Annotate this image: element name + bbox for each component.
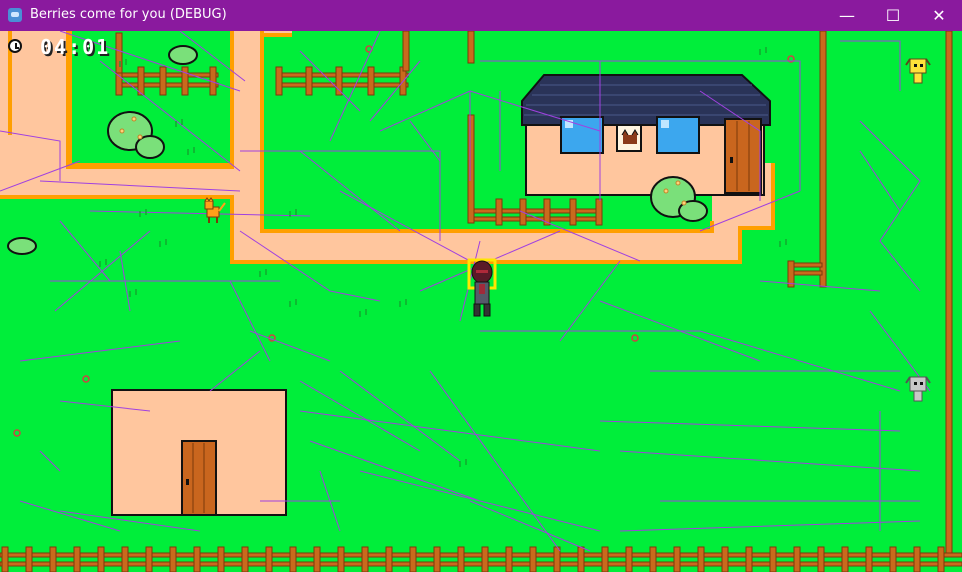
fence-post: [817, 546, 825, 572]
yellow-creature-icon[interactable]: [905, 58, 931, 84]
fence-post: [913, 546, 921, 572]
fence-post: [97, 546, 105, 572]
fence-post: [49, 546, 57, 572]
close-button[interactable]: ✕: [916, 0, 962, 31]
clock-icon: [8, 39, 22, 53]
fence-post: [625, 546, 633, 572]
fence-post: [385, 546, 393, 572]
minimize-button[interactable]: —: [824, 0, 870, 31]
grey-creature-icon[interactable]: [905, 376, 931, 402]
fence-post: [433, 546, 441, 572]
fence-post: [601, 546, 609, 572]
fence-post: [145, 546, 153, 572]
fence-post: [457, 546, 465, 572]
time-display: 04:01: [40, 35, 111, 59]
fence-post: [289, 546, 297, 572]
fence-post: [193, 546, 201, 572]
storehouse: [111, 389, 287, 516]
fence-post: [937, 546, 945, 572]
maximize-button[interactable]: ☐: [870, 0, 916, 31]
fence-post: [361, 546, 369, 572]
fence-post: [577, 546, 585, 572]
fence-post: [313, 546, 321, 572]
fence-post: [505, 546, 513, 572]
bottom-fence-posts: [1, 546, 945, 572]
fence-post: [409, 546, 417, 572]
fence-post: [865, 546, 873, 572]
fence-post: [841, 546, 849, 572]
fence-post: [649, 546, 657, 572]
fence-post: [721, 546, 729, 572]
fence-post: [553, 546, 561, 572]
wooden-door-icon: [181, 440, 217, 516]
orange-cat-icon[interactable]: [204, 197, 226, 223]
fence-post: [1, 546, 9, 572]
fence-post: [529, 546, 537, 572]
fence-post: [169, 546, 177, 572]
fence-post: [217, 546, 225, 572]
godot-app-icon: [8, 8, 22, 22]
fence-post: [697, 546, 705, 572]
player-character[interactable]: [467, 258, 497, 317]
fence-post: [793, 546, 801, 572]
fence-post: [889, 546, 897, 572]
game-viewport[interactable]: 04:01: [0, 31, 962, 572]
fence-post: [337, 546, 345, 572]
fence-post: [121, 546, 129, 572]
fence-post: [673, 546, 681, 572]
fence-post: [745, 546, 753, 572]
fence-post: [769, 546, 777, 572]
fence-post: [241, 546, 249, 572]
fence-post: [481, 546, 489, 572]
window-titlebar: Berries come for you (DEBUG) — ☐ ✕: [0, 0, 962, 31]
fence-post: [25, 546, 33, 572]
window-title: Berries come for you (DEBUG): [30, 7, 227, 22]
farm-house: [521, 74, 771, 196]
fence-post: [265, 546, 273, 572]
game-scene: [0, 31, 962, 572]
fence-post: [73, 546, 81, 572]
